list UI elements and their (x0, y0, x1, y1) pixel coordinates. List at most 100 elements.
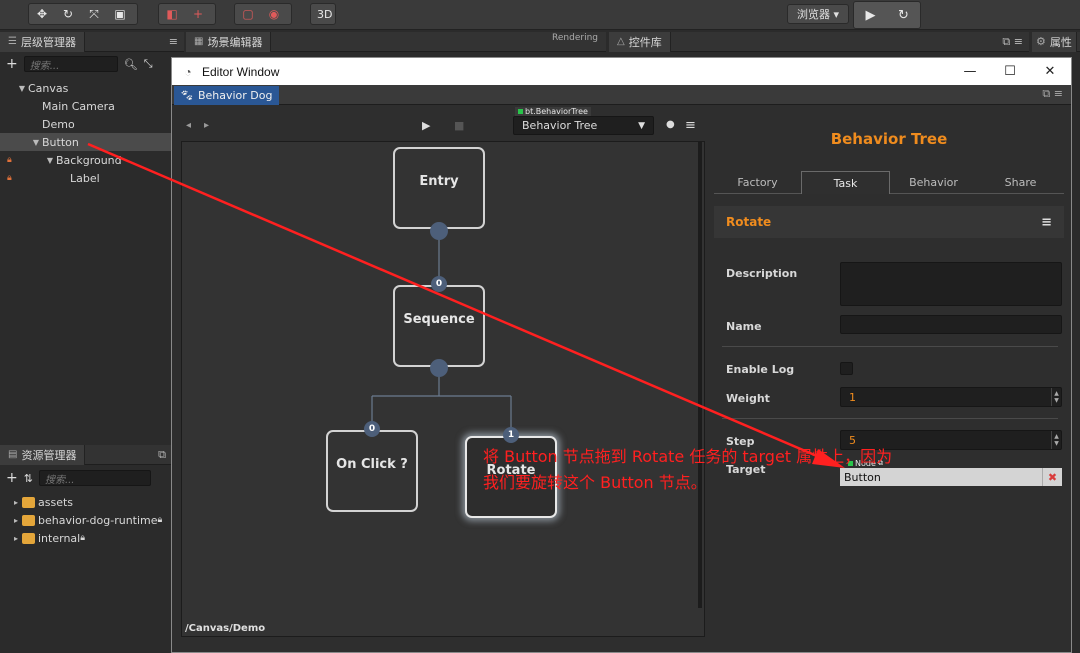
widget-lib-menu-icon[interactable]: ⧉ ≡ (1002, 35, 1023, 49)
assets-tree: ▸ assets ▸ behavior-dog-runtime 🔒︎ ▸ internal… (0, 493, 172, 547)
hierarchy-icon: ☰ (8, 36, 17, 47)
name-label: Name (726, 320, 762, 333)
render-label: Rendering (552, 32, 598, 43)
record-dot-icon[interactable]: ● (666, 119, 675, 130)
move-tool-icon[interactable]: ✥ (29, 4, 55, 24)
expand-toggle-icon[interactable]: ▸ (10, 498, 22, 507)
node-sequence-out-port[interactable] (430, 359, 448, 377)
maximize-icon[interactable]: ☐ (990, 58, 1030, 85)
lock-icon[interactable]: 🔒︎ (7, 155, 12, 165)
behavior-tree-select[interactable]: Behavior Tree ▼ (513, 116, 654, 135)
asset-item-internal[interactable]: ▸ internal 🔒︎ (0, 529, 172, 547)
snap-record-icon[interactable]: ◉ (261, 4, 287, 24)
assets-search-input[interactable]: 搜索... (38, 470, 151, 486)
graph-menu-icon[interactable]: ≡ (685, 118, 696, 133)
tab-widget-lib[interactable]: △ 控件库 (609, 31, 671, 52)
folder-icon (22, 514, 35, 526)
lock-icon: 🔒︎ (157, 515, 163, 525)
inspector-tabs: Factory Task Behavior Share (714, 171, 1064, 194)
pivot-center-icon[interactable]: + (185, 4, 211, 24)
window-tab-menu-icon[interactable]: ⧉ ≡ (1042, 87, 1063, 101)
hierarchy-item-button[interactable]: ▼ Button (0, 133, 172, 151)
expand-toggle-icon[interactable]: ▼ (44, 156, 56, 165)
tab-share[interactable]: Share (977, 172, 1064, 193)
add-asset-icon[interactable]: + (6, 470, 18, 486)
tab-properties[interactable]: ⚙ 属性 (1032, 31, 1077, 52)
behavior-graph-canvas[interactable]: Entry Sequence 0 On Click ? 0 Rotate 1 /… (181, 141, 705, 637)
node-entry[interactable]: Entry (393, 147, 485, 229)
tab-scene-editor[interactable]: ▦ 场景编辑器 (186, 31, 272, 52)
description-field[interactable] (840, 262, 1062, 306)
add-node-icon[interactable]: + (6, 56, 18, 72)
hierarchy-search-input[interactable]: 搜索... (23, 56, 118, 72)
node-onclick[interactable]: On Click ? (326, 430, 418, 512)
node-onclick-index: 0 (364, 421, 380, 437)
assets-menu-icon[interactable]: ⧉ (158, 448, 166, 462)
editor-tab-bar: 🐾︎ Behavior Dog ⧉ ≡ (172, 85, 1071, 105)
lock-icon[interactable]: 🔒︎ (7, 173, 12, 183)
enable-log-checkbox[interactable] (840, 362, 853, 375)
expand-toggle-icon[interactable]: ▸ (10, 516, 22, 525)
gear-icon: ⚙ (1036, 35, 1046, 48)
tab-behavior[interactable]: Behavior (890, 172, 977, 193)
expand-toggle-icon[interactable]: ▼ (16, 84, 28, 93)
locate-icon[interactable]: ⤡ (144, 57, 153, 71)
scene-editor-header: ▦ 场景编辑器 Rendering (186, 31, 606, 52)
scale-tool-icon[interactable]: ⤧ (81, 4, 107, 24)
hierarchy-item-canvas[interactable]: ▼ Canvas (0, 79, 172, 97)
hierarchy-tab-label: 层级管理器 (20, 35, 76, 49)
hierarchy-item-label[interactable]: 🔒︎ Label (0, 169, 172, 187)
stop-icon[interactable]: ■ (454, 119, 464, 132)
pivot-tools: ◧ + (158, 3, 216, 25)
hierarchy-item-background[interactable]: 🔒︎ ▼ Background (0, 151, 172, 169)
tab-task[interactable]: Task (801, 171, 890, 194)
assets-header: ▤ 资源管理器 ⧉ (0, 444, 172, 465)
canvas-scrollbar[interactable] (698, 142, 702, 608)
weight-stepper[interactable]: ▲ ▼ (1051, 388, 1061, 406)
node-entry-out-port[interactable] (430, 222, 448, 240)
tab-hierarchy[interactable]: ☰ 层级管理器 (0, 31, 85, 52)
properties-tab-label: 属性 (1049, 35, 1072, 49)
tab-factory[interactable]: Factory (714, 172, 801, 193)
hierarchy-tree: ▼ Canvas Main Camera Demo ▼ Button 🔒︎ ▼ Backgrou… (0, 79, 172, 187)
divider (722, 346, 1058, 347)
widget-lib-tab-label: 控件库 (628, 35, 662, 49)
editor-window: ◔ Editor Window — ☐ ✕ 🐾︎ Behavior Dog ⧉ … (171, 57, 1072, 653)
close-icon[interactable]: ✕ (1030, 58, 1070, 85)
panel-menu-icon[interactable]: ≡ (169, 35, 178, 48)
rotate-tool-icon[interactable]: ↻ (55, 4, 81, 24)
hierarchy-item-label: Button (42, 135, 79, 149)
search-icon[interactable]: 🔍︎ (124, 58, 138, 71)
tab-behavior-dog[interactable]: 🐾︎ Behavior Dog (174, 86, 279, 105)
hierarchy-toolbar: + 搜索... 🔍︎ ⤡ (0, 53, 172, 75)
expand-toggle-icon[interactable]: ▼ (30, 138, 42, 147)
mode-3d-button[interactable]: 3D (311, 4, 338, 24)
preview-browser-select[interactable]: 浏览器 ▾ (787, 4, 849, 24)
hierarchy-item-main-camera[interactable]: Main Camera (0, 97, 172, 115)
run-icon[interactable]: ▶ (422, 119, 430, 132)
expand-toggle-icon[interactable]: ▸ (10, 534, 22, 543)
asset-item-behavior-dog-runtime[interactable]: ▸ behavior-dog-runtime 🔒︎ (0, 511, 172, 529)
hierarchy-item-label: Background (56, 153, 122, 167)
nav-back-icon[interactable]: ◂ (186, 120, 191, 131)
local-global-icon[interactable]: ◧ (159, 4, 185, 24)
folder-icon (22, 496, 35, 508)
rect-tool-icon[interactable]: ▣ (107, 4, 133, 24)
node-sequence[interactable]: Sequence (393, 285, 485, 367)
step-stepper[interactable]: ▲ ▼ (1051, 431, 1061, 449)
snap-grid-icon[interactable]: ▢ (235, 4, 261, 24)
sort-icon[interactable]: ⇅ (24, 472, 33, 485)
tab-assets[interactable]: ▤ 资源管理器 (0, 444, 86, 465)
weight-field[interactable]: 1 ▲ ▼ (840, 387, 1062, 407)
preview-controls: ▶ ↻ (853, 1, 921, 29)
nav-forward-icon[interactable]: ▸ (204, 120, 209, 131)
minimize-icon[interactable]: — (950, 58, 990, 85)
play-icon[interactable]: ▶ (854, 2, 887, 28)
clear-target-icon[interactable]: ✖ (1042, 468, 1062, 486)
task-menu-icon[interactable]: ≡ (1041, 215, 1052, 230)
task-name: Rotate (726, 215, 772, 229)
name-field[interactable] (840, 315, 1062, 334)
hierarchy-item-demo[interactable]: Demo (0, 115, 172, 133)
refresh-icon[interactable]: ↻ (887, 2, 920, 28)
asset-item-assets[interactable]: ▸ assets (0, 493, 172, 511)
